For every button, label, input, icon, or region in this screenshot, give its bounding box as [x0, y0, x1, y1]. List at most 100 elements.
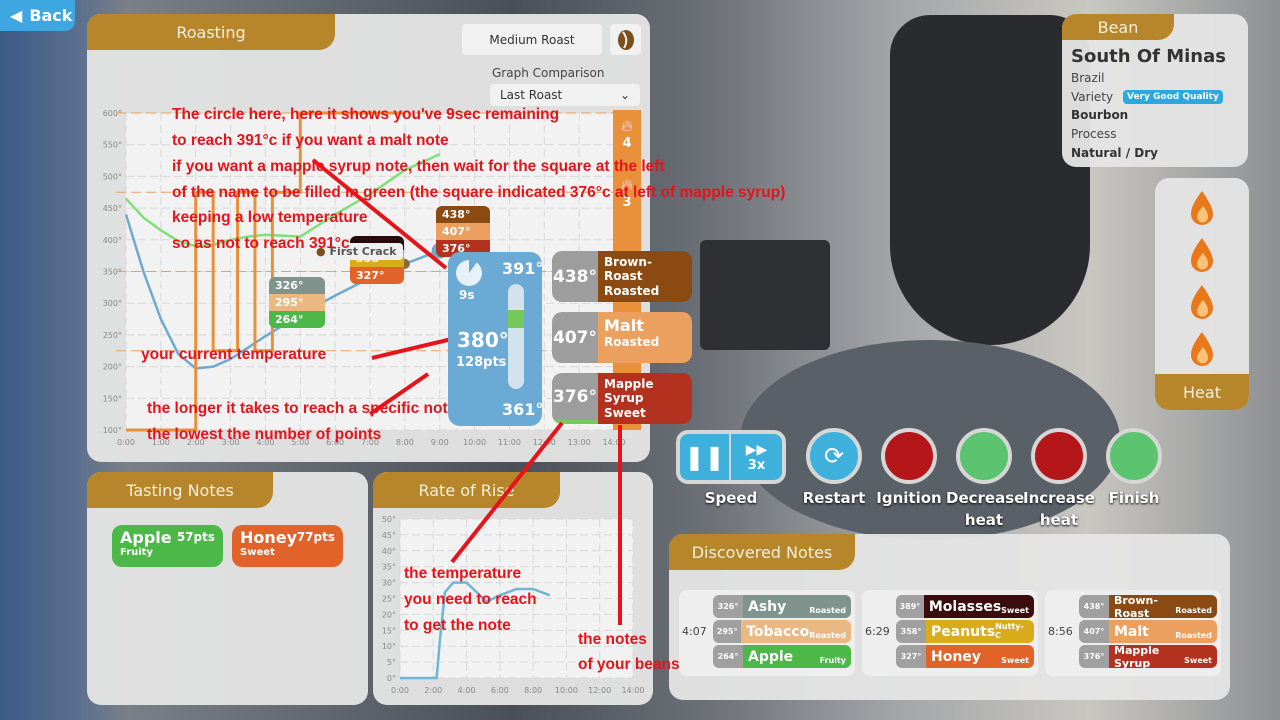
back-arrow-icon: ◀: [10, 6, 23, 25]
process-label: Process: [1071, 127, 1117, 141]
discovered-note: 327° Honey Sweet: [896, 645, 1034, 668]
discovered-note-group: 4:07 326° Ashy Roasted 295° Tobacco Roasted 264…: [679, 590, 855, 676]
flame-icon: [1188, 331, 1216, 367]
discovered-note: 264° Apple Fruity: [713, 645, 851, 668]
discovered-notes-panel: Discovered Notes 4:07 326° Ashy Roasted 295°…: [669, 534, 1230, 700]
flame-icon: [1188, 190, 1216, 226]
quality-badge: Very Good Quality: [1123, 90, 1223, 104]
speed-label: Speed: [704, 489, 758, 507]
countdown-timer-icon: [456, 260, 482, 286]
x-tick-label: 9:00: [431, 438, 449, 447]
annotation-text: keeping a low temperature: [172, 209, 368, 226]
stage-box-3: 438° 407° 376°: [436, 206, 490, 257]
pause-icon: ❚❚: [684, 443, 725, 471]
annotation-text: you need to reach: [404, 591, 537, 608]
y-tick-label: 300°: [103, 299, 122, 308]
y-tick-label: 100°: [103, 426, 122, 435]
y-tick-label: 400°: [103, 236, 122, 245]
x-tick-label: 8:00: [396, 438, 414, 447]
ignition-button[interactable]: [881, 428, 937, 484]
discovered-note: 438° Brown-Roast Roasted: [1079, 595, 1217, 618]
x-tick-label: 10:00: [555, 686, 578, 695]
discovered-note: 358° Peanuts Nutty-C: [896, 620, 1034, 643]
annotation-text: if you want a mapple syrup note, then wa…: [172, 158, 665, 175]
speed-control: ❚❚ ▶▶ 3x: [676, 430, 786, 484]
annotation-text: the longer it takes to reach a specific …: [147, 400, 457, 417]
upcoming-note-mapple-syrup: 376° Mapple Syrup Sweet: [552, 373, 692, 424]
restart-label: Restart: [802, 489, 866, 507]
y-tick-label: 550°: [103, 141, 122, 150]
y-tick-label: 200°: [103, 363, 122, 372]
discovered-note: 326° Ashy Roasted: [713, 595, 851, 618]
x-tick-label: 2:00: [424, 686, 442, 695]
x-tick-label: 11:00: [498, 438, 521, 447]
x-tick-label: 0:00: [391, 686, 409, 695]
bean-panel: Bean South Of Minas Brazil Variety Very …: [1062, 14, 1248, 167]
upcoming-note-malt: 407° Malt Roasted: [552, 312, 692, 363]
x-tick-label: 6:00: [491, 686, 509, 695]
discovered-note: 376° Mapple Syrup Sweet: [1079, 645, 1217, 668]
restart-icon: ⟳: [823, 442, 845, 470]
bean-hoppers: [760, 12, 890, 82]
annotation-text: your current temperature: [141, 346, 327, 363]
annotation-text: the lowest the number of points: [147, 426, 382, 443]
y-tick-label: 0°: [387, 674, 396, 683]
x-tick-label: 10:00: [463, 438, 486, 447]
pause-button[interactable]: ❚❚: [680, 434, 731, 480]
y-tick-label: 450°: [103, 204, 122, 213]
y-tick-label: 40°: [382, 547, 396, 556]
y-tick-label: 25°: [382, 595, 396, 604]
current-temperature-widget: 9s 391° 380° 128pts 361°: [448, 252, 543, 426]
temperature-gauge: [508, 284, 524, 389]
y-tick-label: 35°: [382, 563, 396, 572]
increase-heat-button[interactable]: [1031, 428, 1087, 484]
flame-icon: [1188, 284, 1216, 320]
bean-origin: Brazil: [1071, 71, 1105, 85]
fast-forward-button[interactable]: ▶▶ 3x: [731, 434, 782, 480]
discovery-time: 6:29: [865, 625, 890, 638]
annotation-text: to get the note: [404, 617, 511, 634]
y-tick-label: 50°: [382, 515, 396, 524]
y-tick-label: 45°: [382, 531, 396, 540]
finish-label: Finish: [1108, 489, 1160, 507]
fast-forward-icon: ▶▶: [745, 441, 768, 458]
target-zone: [508, 310, 524, 328]
control-box: [700, 240, 830, 350]
bean-process: Natural / Dry: [1071, 146, 1158, 160]
flame-icon: 🔥︎: [621, 116, 633, 135]
y-tick-label: 20°: [382, 610, 396, 619]
heat-panel: Heat: [1155, 178, 1249, 410]
discovery-time: 4:07: [682, 625, 707, 638]
discovered-note-group: 8:56 438° Brown-Roast Roasted 407° Malt Roaste…: [1045, 590, 1221, 676]
x-tick-label: 8:00: [524, 686, 542, 695]
bean-variety: Bourbon: [1071, 108, 1129, 122]
tasting-note-apple: Apple 57pts Fruity: [112, 525, 223, 567]
y-tick-label: 5°: [387, 658, 396, 667]
x-tick-label: 13:00: [568, 438, 591, 447]
decrease-heat-button[interactable]: [956, 428, 1012, 484]
discovery-time: 8:56: [1048, 625, 1073, 638]
x-tick-label: 4:00: [458, 686, 476, 695]
bean-name: South Of Minas: [1071, 46, 1226, 67]
decrease-heat-label: Decrease heat: [946, 489, 1025, 529]
discovered-note: 295° Tobacco Roasted: [713, 620, 851, 643]
x-tick-label: 14:00: [602, 438, 625, 447]
heat-label: Heat: [1155, 374, 1249, 410]
tasting-note-honey: Honey 77pts Sweet: [232, 525, 343, 567]
roaster-machine: [890, 15, 1090, 345]
finish-button[interactable]: [1106, 428, 1162, 484]
increase-heat-label: Increase heat: [1023, 489, 1095, 529]
back-button[interactable]: ◀ Back: [0, 0, 75, 31]
discovered-notes-title: Discovered Notes: [669, 534, 855, 570]
y-tick-label: 10°: [382, 642, 396, 651]
ignition-label: Ignition: [876, 489, 942, 507]
annotation-text: the temperature: [404, 565, 522, 582]
bean-title: Bean: [1062, 14, 1174, 40]
annotation-text: The circle here, here it shows you've 9s…: [172, 106, 560, 123]
discovered-note-group: 6:29 389° Molasses Sweet 358° Peanuts Nutty-C 3…: [862, 590, 1038, 676]
annotation-text: of the name to be filled in green (the s…: [172, 184, 786, 201]
variety-label: Variety: [1071, 90, 1114, 104]
y-tick-label: 150°: [103, 394, 122, 403]
flame-icon: [1188, 237, 1216, 273]
restart-button[interactable]: ⟳: [806, 428, 862, 484]
